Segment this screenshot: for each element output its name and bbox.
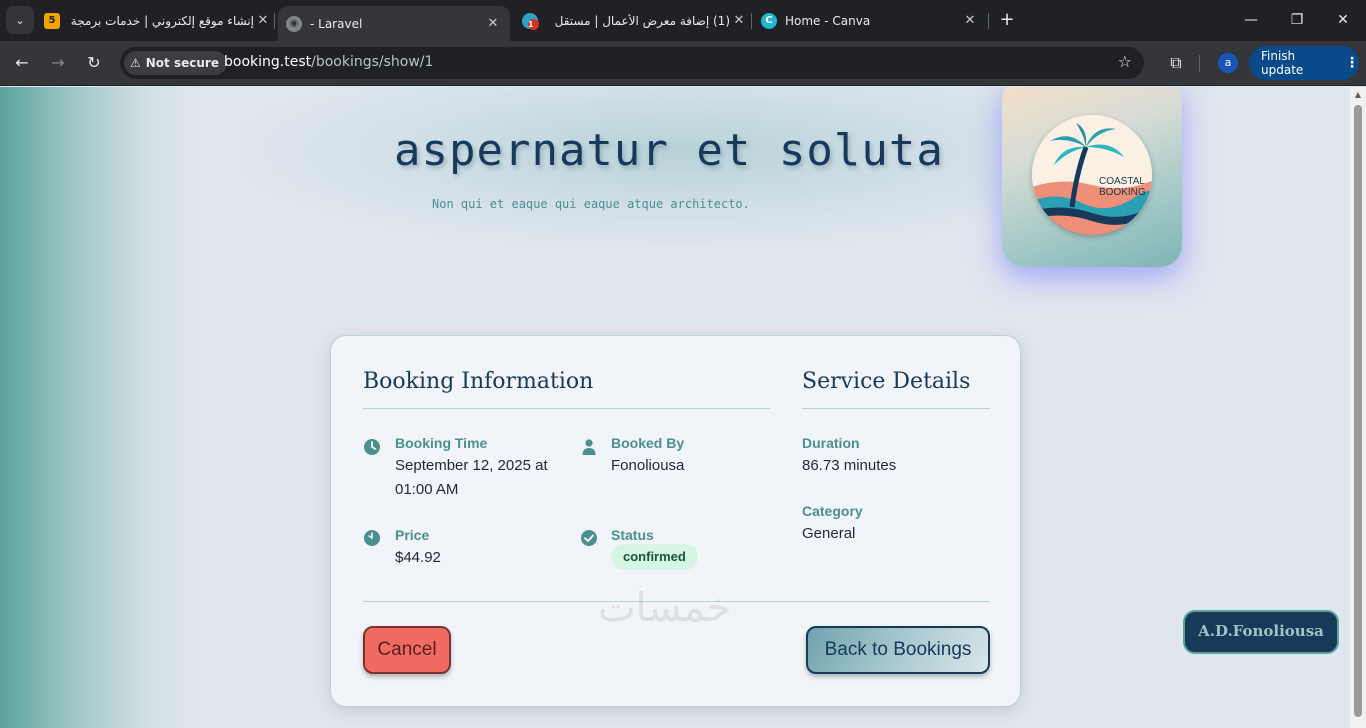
section-underline [802, 408, 990, 409]
finish-update-button[interactable]: Finish update ⋮ [1249, 46, 1359, 80]
reload-icon[interactable]: ↻ [80, 49, 108, 77]
tab-canva[interactable]: C Home - Canva ✕ [761, 0, 979, 41]
toolbar-divider [1199, 55, 1200, 72]
forward-arrow-icon[interactable]: → [44, 49, 72, 77]
window-close-button[interactable]: ✕ [1320, 8, 1366, 32]
status-label: Status [611, 527, 654, 543]
logo-line2: BOOKING [1099, 187, 1146, 198]
url-text[interactable]: booking.test/bookings/show/1 [224, 54, 433, 70]
price-label: Price [395, 527, 430, 543]
tab-laravel[interactable]: ◉ - Laravel ✕ [278, 6, 510, 41]
update-label: Finish update [1261, 49, 1304, 77]
palm-tree-icon [1032, 115, 1152, 235]
check-circle-icon [581, 530, 597, 546]
price-tag-icon [364, 530, 380, 546]
address-bar[interactable]: ⚠ Not secure booking.test/bookings/show/… [120, 47, 1144, 79]
bookmark-star-icon[interactable]: ☆ [1118, 52, 1132, 71]
extensions-puzzle-icon[interactable]: ⧉ [1162, 49, 1190, 77]
category-label: Category [802, 503, 863, 519]
khamsat-watermark: خمسات [598, 585, 732, 631]
coastal-booking-logo [1032, 115, 1152, 235]
booked-by-label: Booked By [611, 435, 685, 451]
category-value: General [802, 525, 856, 542]
service-details-heading: Service Details [802, 369, 971, 394]
page-viewport: aspernatur et soluta Non qui et eaque qu… [0, 87, 1350, 728]
back-to-bookings-button[interactable]: Back to Bookings [806, 626, 990, 674]
tab-divider [988, 13, 989, 29]
url-path: /bookings/show/1 [311, 54, 434, 70]
back-arrow-icon[interactable]: ← [8, 49, 36, 77]
price-value: $44.92 [395, 549, 441, 566]
url-host: booking.test [224, 54, 312, 70]
more-vert-icon: ⋮ [1345, 55, 1359, 71]
tab-mostaql[interactable]: 1 (1) إضافة معرض الأعمال | مستقل ✕ [522, 0, 748, 41]
tab-title: إنشاء موقع إلكتروني | خدمات برمجة [70, 13, 254, 28]
logo-wordmark: COASTAL BOOKING [1099, 176, 1146, 198]
booking-info-heading: Booking Information [363, 369, 594, 394]
tab-title: - Laravel [310, 16, 363, 31]
logo-card[interactable] [1002, 87, 1182, 267]
page-subtitle: Non qui et eaque qui eaque atque archite… [432, 197, 750, 211]
restore-button[interactable]: ❐ [1274, 8, 1320, 32]
security-label: Not secure [145, 56, 219, 70]
tab-khamsat[interactable]: 5 إنشاء موقع إلكتروني | خدمات برمجة ✕ [44, 0, 272, 41]
duration-value: 86.73 minutes [802, 457, 897, 474]
booked-by-value: Fonoliousa [611, 457, 685, 474]
vertical-scrollbar[interactable]: ▲ [1350, 87, 1366, 728]
close-icon[interactable]: ✕ [730, 13, 748, 28]
minimize-button[interactable]: — [1228, 8, 1274, 32]
close-icon[interactable]: ✕ [961, 13, 979, 28]
scrollbar-thumb[interactable] [1354, 105, 1362, 717]
warning-icon: ⚠ [130, 56, 141, 70]
notification-badge: 1 [528, 18, 539, 30]
tab-title: (1) إضافة معرض الأعمال | مستقل [554, 13, 730, 28]
logo-line1: COASTAL [1099, 176, 1145, 187]
page-title: aspernatur et soluta [394, 125, 944, 176]
author-badge[interactable]: A.D.Fonoliousa [1183, 610, 1339, 654]
booking-time-label: Booking Time [395, 435, 488, 451]
cancel-button[interactable]: Cancel [363, 626, 451, 674]
user-icon [582, 439, 596, 455]
canva-icon: C [761, 12, 777, 29]
tab-search-button[interactable]: ⌄ [6, 6, 34, 34]
section-underline [363, 408, 770, 409]
tab-strip: ⌄ 5 إنشاء موقع إلكتروني | خدمات برمجة ✕ … [0, 0, 1366, 41]
browser-toolbar: ← → ↻ ⚠ Not secure booking.test/bookings… [0, 41, 1366, 86]
status-badge: confirmed [611, 544, 698, 570]
new-tab-button[interactable]: + [996, 9, 1018, 31]
booking-details-card: Booking Information Service Details Book… [330, 335, 1021, 707]
security-chip[interactable]: ⚠ Not secure [124, 51, 227, 75]
booking-time-value: September 12, 2025 at 01:00 AM [395, 457, 548, 498]
tab-divider [274, 13, 275, 29]
mostaql-favicon-icon: 1 [522, 12, 539, 30]
profile-avatar[interactable]: a [1218, 53, 1238, 73]
scroll-up-icon[interactable]: ▲ [1353, 90, 1363, 100]
close-icon[interactable]: ✕ [484, 16, 502, 31]
globe-icon: ◉ [286, 15, 302, 32]
tab-divider [751, 13, 752, 29]
close-icon[interactable]: ✕ [254, 13, 272, 28]
clock-icon [364, 439, 380, 455]
tab-title: Home - Canva [785, 13, 871, 28]
khamsat-favicon-icon: 5 [44, 12, 60, 29]
duration-label: Duration [802, 435, 860, 451]
